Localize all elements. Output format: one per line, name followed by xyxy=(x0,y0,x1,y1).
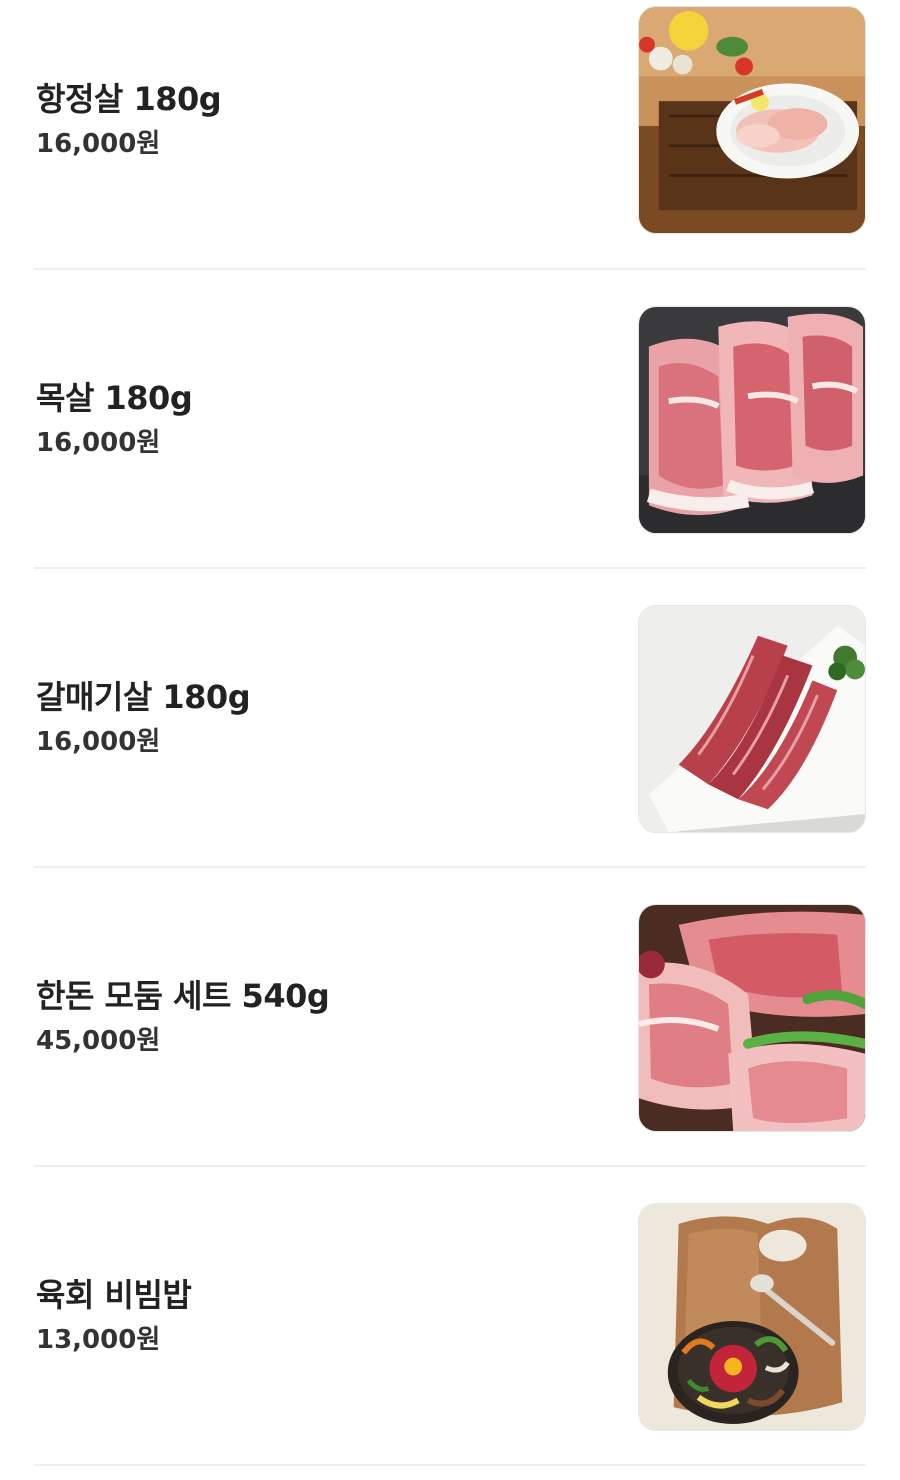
menu-item-price: 16,000원 xyxy=(36,726,161,757)
menu-item-text: 항정살 180g 16,000원 xyxy=(36,77,222,163)
menu-item-image[interactable] xyxy=(638,904,866,1132)
menu-item-name: 한돈 모둠 세트 540g xyxy=(36,976,330,1015)
menu-item-image[interactable] xyxy=(638,306,866,534)
menu-item-name: 육회 비빔밥 xyxy=(36,1275,192,1314)
menu-list: 항정살 180g 16,000원 목살 180g 16,000원 갈매기살 18… xyxy=(0,0,900,1466)
menu-item-name: 갈매기살 180g xyxy=(36,677,251,716)
pork-skirt-plate-icon xyxy=(639,606,865,832)
menu-item[interactable]: 육회 비빔밥 13,000원 xyxy=(34,1167,866,1466)
menu-item-text: 갈매기살 180g 16,000원 xyxy=(36,675,251,761)
pork-neck-slices-icon xyxy=(639,307,865,533)
menu-item-name: 목살 180g xyxy=(36,378,193,417)
menu-item-price: 16,000원 xyxy=(36,427,161,458)
menu-item[interactable]: 항정살 180g 16,000원 xyxy=(34,0,866,270)
menu-item[interactable]: 목살 180g 16,000원 xyxy=(34,270,866,569)
pork-jowl-plate-icon xyxy=(639,7,865,233)
yukhoe-bibimbap-icon xyxy=(639,1204,865,1430)
menu-item-price: 13,000원 xyxy=(36,1324,161,1355)
menu-item-price: 16,000원 xyxy=(36,129,161,159)
menu-item-image[interactable] xyxy=(638,1203,866,1431)
menu-item-price: 45,000원 xyxy=(36,1025,161,1056)
assorted-pork-set-icon xyxy=(639,905,865,1131)
menu-item[interactable]: 한돈 모둠 세트 540g 45,000원 xyxy=(34,868,866,1167)
menu-item-text: 한돈 모둠 세트 540g 45,000원 xyxy=(36,974,330,1060)
menu-item[interactable]: 갈매기살 180g 16,000원 xyxy=(34,569,866,868)
menu-item-image[interactable] xyxy=(638,6,866,234)
menu-item-text: 육회 비빔밥 13,000원 xyxy=(36,1273,192,1359)
menu-item-image[interactable] xyxy=(638,605,866,833)
menu-item-name: 항정살 180g xyxy=(36,80,222,118)
menu-item-text: 목살 180g 16,000원 xyxy=(36,376,193,462)
